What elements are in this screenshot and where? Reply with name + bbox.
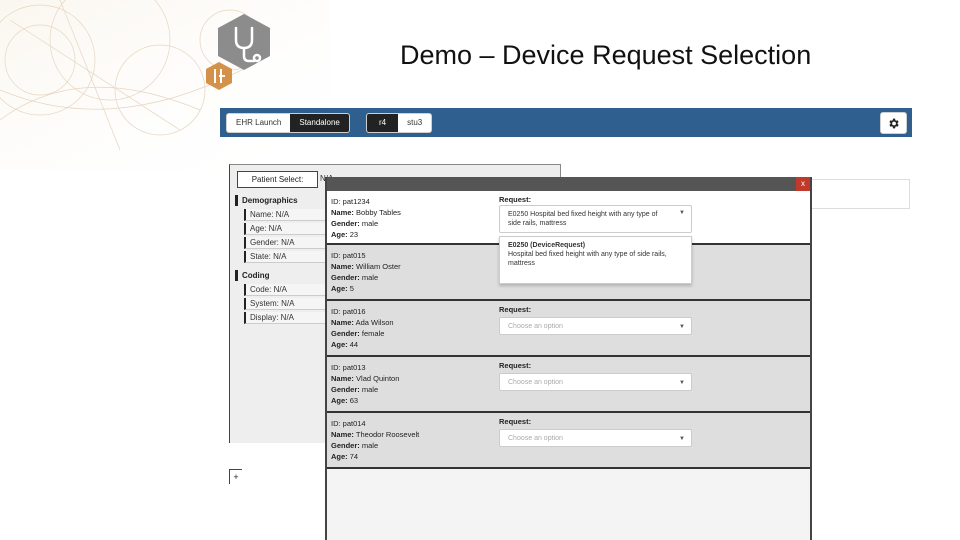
request-label: Request: xyxy=(499,361,532,370)
modal-header: x xyxy=(327,177,810,191)
request-select[interactable]: Choose an option ▼ xyxy=(499,429,692,447)
patient-info: ID: pat016 Name: Ada Wilson Gender: fema… xyxy=(331,306,394,350)
patient-age-label: Age: xyxy=(331,452,348,461)
coding-system: System: N/A xyxy=(244,298,336,310)
request-placeholder: Choose an option xyxy=(508,379,563,386)
gear-icon xyxy=(889,118,899,128)
fhir-icon xyxy=(206,62,232,90)
request-label: Request: xyxy=(499,417,532,426)
patient-gender-label: Gender: xyxy=(331,329,360,338)
patient-age: 5 xyxy=(349,284,354,293)
chevron-down-icon: ▼ xyxy=(679,380,685,386)
coding-display: Display: N/A xyxy=(244,312,336,324)
close-icon: x xyxy=(801,179,805,188)
patient-gender: male xyxy=(361,219,379,228)
version-tab-group: r4 stu3 xyxy=(366,113,433,133)
chevron-down-icon: ▼ xyxy=(679,436,685,442)
request-label: Request: xyxy=(499,305,532,314)
chevron-down-icon: ▼ xyxy=(679,324,685,330)
patient-modal: x ID: pat1234 Name: Bobby Tables Gender:… xyxy=(325,177,812,540)
slide-title: Demo – Device Request Selection xyxy=(400,40,812,70)
patient-name-label: Name: xyxy=(331,262,354,271)
request-label: Request: xyxy=(499,195,532,204)
launch-tab-group: EHR Launch Standalone xyxy=(226,113,350,133)
demographics-heading: Demographics xyxy=(235,195,298,206)
patient-age-label: Age: xyxy=(331,396,348,405)
patient-name-label: Name: xyxy=(331,208,354,217)
close-button[interactable]: x xyxy=(796,177,810,191)
patient-name-label: Name: xyxy=(331,318,354,327)
patient-row[interactable]: ID: pat016 Name: Ada Wilson Gender: fema… xyxy=(327,301,810,357)
add-button[interactable]: + xyxy=(229,469,242,484)
patient-id: ID: pat1234 xyxy=(331,197,370,206)
patient-info: ID: pat1234 Name: Bobby Tables Gender: m… xyxy=(331,196,401,240)
request-selected-value: E0250 Hospital bed fixed height with any… xyxy=(508,211,658,227)
patient-name: Ada Wilson xyxy=(355,318,394,327)
patient-id: ID: pat015 xyxy=(331,251,366,260)
patient-row[interactable]: ID: pat014 Name: Theodor Roosevelt Gende… xyxy=(327,413,810,469)
patient-gender-label: Gender: xyxy=(331,219,360,228)
coding-heading: Coding xyxy=(235,270,270,281)
chevron-down-icon: ▼ xyxy=(679,210,685,216)
request-select[interactable]: Choose an option ▼ xyxy=(499,373,692,391)
patient-row[interactable]: ID: pat013 Name: Vlad Quinton Gender: ma… xyxy=(327,357,810,413)
app-toolbar: EHR Launch Standalone r4 stu3 xyxy=(220,108,912,137)
patient-age-label: Age: xyxy=(331,230,348,239)
patient-age: 23 xyxy=(349,230,359,239)
patient-gender: male xyxy=(361,273,379,282)
patient-name: Bobby Tables xyxy=(356,208,401,217)
patient-name: Theodor Roosevelt xyxy=(355,430,420,439)
tab-standalone[interactable]: Standalone xyxy=(290,114,349,132)
patient-name: Vlad Quinton xyxy=(356,374,400,383)
tab-ehr-launch[interactable]: EHR Launch xyxy=(227,114,290,132)
background-input xyxy=(808,179,910,209)
dropdown-option-description: Hospital bed fixed height with any type … xyxy=(508,251,667,267)
patient-name-label: Name: xyxy=(331,374,354,383)
demographics-gender: Gender: N/A xyxy=(244,237,336,249)
request-placeholder: Choose an option xyxy=(508,435,563,442)
patient-info: ID: pat013 Name: Vlad Quinton Gender: ma… xyxy=(331,362,399,406)
patient-select-button[interactable]: Patient Select: xyxy=(237,171,318,188)
patient-age: 74 xyxy=(349,452,359,461)
patient-id: ID: pat016 xyxy=(331,307,366,316)
demographics-state: State: N/A xyxy=(244,251,336,263)
request-select[interactable]: E0250 Hospital bed fixed height with any… xyxy=(499,205,692,233)
dropdown-option-title: E0250 (DeviceRequest) xyxy=(508,242,586,249)
demographics-age: Age: N/A xyxy=(244,223,336,235)
patient-gender-label: Gender: xyxy=(331,273,360,282)
patient-info: ID: pat015 Name: William Oster Gender: m… xyxy=(331,250,401,294)
patient-gender: female xyxy=(361,329,385,338)
patient-gender: male xyxy=(361,441,379,450)
patient-id: ID: pat014 xyxy=(331,419,366,428)
tab-stu3[interactable]: stu3 xyxy=(398,114,431,132)
patient-gender-label: Gender: xyxy=(331,385,360,394)
patient-gender: male xyxy=(361,385,379,394)
request-placeholder: Choose an option xyxy=(508,323,563,330)
patient-name: William Oster xyxy=(356,262,401,271)
settings-button[interactable] xyxy=(880,112,907,134)
request-select[interactable]: Choose an option ▼ xyxy=(499,317,692,335)
patient-age-label: Age: xyxy=(331,284,348,293)
patient-name-label: Name: xyxy=(331,430,354,439)
coding-code: Code: N/A xyxy=(244,284,336,296)
patient-age: 63 xyxy=(349,396,359,405)
patient-info: ID: pat014 Name: Theodor Roosevelt Gende… xyxy=(331,418,419,462)
patient-age: 44 xyxy=(349,340,359,349)
patient-age-label: Age: xyxy=(331,340,348,349)
request-dropdown-menu[interactable]: E0250 (DeviceRequest) Hospital bed fixed… xyxy=(499,236,692,284)
patient-list: ID: pat1234 Name: Bobby Tables Gender: m… xyxy=(327,191,810,469)
decorative-sketch xyxy=(0,0,330,170)
patient-gender-label: Gender: xyxy=(331,441,360,450)
demographics-name: Name: N/A xyxy=(244,209,336,221)
tab-r4[interactable]: r4 xyxy=(367,114,399,132)
patient-id: ID: pat013 xyxy=(331,363,366,372)
